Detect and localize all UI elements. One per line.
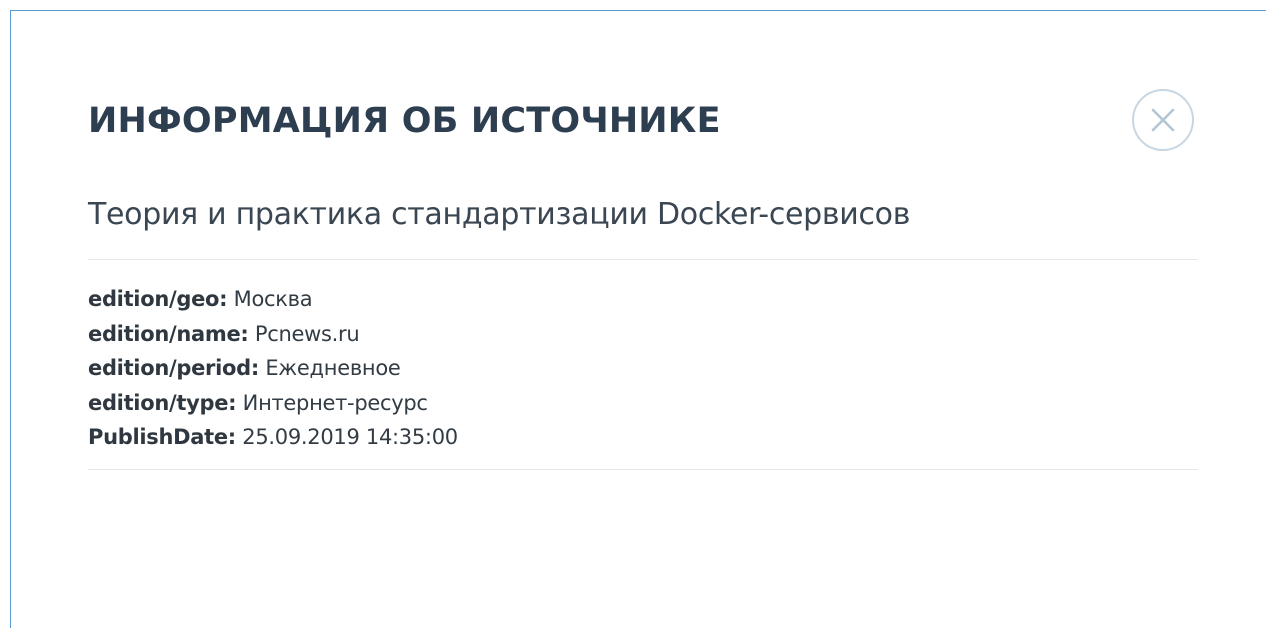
meta-key: edition/name: — [88, 321, 249, 346]
meta-value: Интернет-ресурс — [242, 390, 428, 415]
divider — [88, 469, 1198, 470]
meta-value: Pcnews.ru — [254, 321, 360, 346]
source-title: Теория и практика стандартизации Docker-… — [88, 197, 911, 232]
meta-key: PublishDate: — [88, 425, 236, 449]
meta-value: Москва — [233, 287, 313, 311]
meta-key: edition/type: — [88, 390, 237, 415]
divider — [88, 259, 1198, 260]
meta-key: edition/period: — [88, 356, 259, 380]
source-info-modal: ИНФОРМАЦИЯ ОБ ИСТОЧНИКЕ Теория и практик… — [10, 10, 1266, 628]
meta-row-edition-name: edition/name: Pcnews.ru — [88, 317, 458, 352]
close-button[interactable] — [1132, 89, 1194, 151]
source-meta-list: edition/geo: Москва edition/name: Pcnews… — [88, 282, 458, 455]
modal-title: ИНФОРМАЦИЯ ОБ ИСТОЧНИКЕ — [88, 101, 721, 141]
meta-value: Ежедневное — [265, 356, 401, 380]
meta-row-edition-type: edition/type: Интернет-ресурс — [88, 386, 458, 421]
close-icon — [1151, 108, 1175, 132]
meta-key: edition/geo: — [88, 287, 228, 311]
meta-row-edition-geo: edition/geo: Москва — [88, 282, 458, 317]
meta-row-edition-period: edition/period: Ежедневное — [88, 351, 458, 386]
meta-value: 25.09.2019 14:35:00 — [242, 425, 458, 449]
meta-row-publish-date: PublishDate: 25.09.2019 14:35:00 — [88, 420, 458, 455]
